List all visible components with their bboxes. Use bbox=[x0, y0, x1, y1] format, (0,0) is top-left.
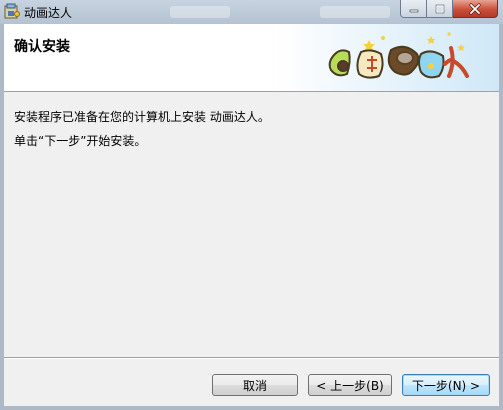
installer-window: 动画达人 确认安装 安装程序已准备在您的计算机上安装 动画达人。 单击“下一步”… bbox=[0, 0, 503, 410]
close-icon bbox=[469, 2, 481, 15]
back-button[interactable]: < 上一步(B) bbox=[308, 374, 392, 396]
wizard-client-area: 确认安装 安装程序已准备在您的计算机上安装 动画达人。 单击“下一步”开始安装。… bbox=[4, 24, 499, 406]
title-bar[interactable]: 动画达人 bbox=[0, 0, 503, 24]
window-title: 动画达人 bbox=[24, 6, 73, 20]
app-logo bbox=[321, 30, 491, 86]
background-blur bbox=[170, 6, 230, 18]
minimize-button[interactable] bbox=[400, 0, 427, 18]
install-ready-text: 安装程序已准备在您的计算机上安装 动画达人。 bbox=[14, 110, 270, 124]
background-blur bbox=[320, 6, 390, 18]
minimize-icon bbox=[409, 9, 418, 12]
maximize-icon bbox=[435, 4, 444, 13]
close-button[interactable] bbox=[453, 0, 498, 18]
installer-icon[interactable] bbox=[4, 3, 20, 19]
instruction-text: 单击“下一步”开始安装。 bbox=[14, 134, 147, 148]
maximize-button[interactable] bbox=[427, 0, 453, 18]
wizard-header: 确认安装 bbox=[4, 24, 499, 92]
next-button[interactable]: 下一步(N) > bbox=[402, 374, 490, 396]
window-controls bbox=[400, 0, 498, 18]
page-title: 确认安装 bbox=[14, 39, 70, 55]
footer-divider bbox=[4, 357, 499, 359]
cancel-button[interactable]: 取消 bbox=[212, 374, 298, 396]
